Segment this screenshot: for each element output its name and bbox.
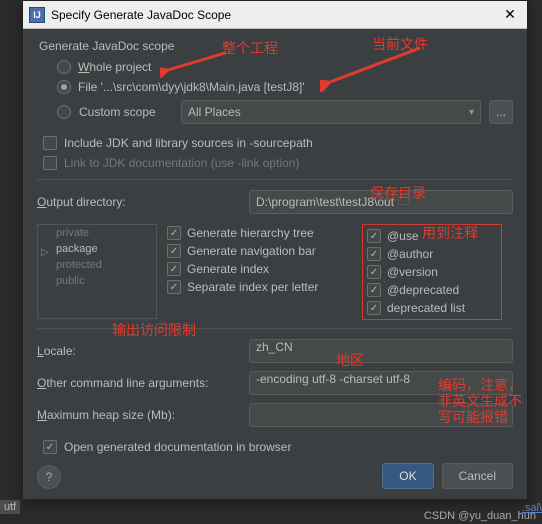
app-icon: IJ: [29, 7, 45, 23]
locale-row: Locale: zh_CN: [37, 335, 513, 367]
dialog-content: Generate JavaDoc scope Whole project Fil…: [23, 29, 527, 465]
checkbox-icon: [43, 156, 57, 170]
access-level-panel[interactable]: ▷ private package protected public: [37, 224, 157, 319]
middle-grid: ▷ private package protected public Gener…: [37, 224, 513, 320]
output-directory-input[interactable]: D:\program\test\testJ8\out 🗀: [249, 190, 513, 214]
javadoc-dialog: IJ Specify Generate JavaDoc Scope ✕ Gene…: [22, 0, 528, 500]
args-row: Other command line arguments: -encoding …: [37, 367, 513, 399]
heap-row: Maximum heap size (Mb):: [37, 399, 513, 431]
check-link-jdk[interactable]: Link to JDK documentation (use -link opt…: [37, 153, 513, 173]
check-nav[interactable]: Generate navigation bar: [167, 242, 352, 260]
checkbox-icon: [43, 136, 57, 150]
checkbox-icon: [367, 301, 381, 315]
combo-value: All Places: [188, 105, 241, 119]
check-deprecated[interactable]: @deprecated: [367, 281, 497, 299]
checkbox-icon: [367, 229, 381, 243]
browse-scope-button[interactable]: ...: [489, 100, 513, 124]
edge-text-utf: utf: [0, 500, 20, 514]
check-include-jdk[interactable]: Include JDK and library sources in -sour…: [37, 133, 513, 153]
separator: [37, 328, 513, 329]
ok-button[interactable]: OK: [382, 463, 433, 489]
radio-icon: [57, 105, 71, 119]
args-input[interactable]: -encoding utf-8 -charset utf-8: [249, 371, 513, 395]
heap-input[interactable]: [249, 403, 513, 427]
scope-group-label: Generate JavaDoc scope: [37, 39, 513, 53]
radio-icon: [57, 80, 71, 94]
file-label: File '...\src\com\dyy\jdk8\Main.java [te…: [78, 80, 305, 94]
tags-column: @use @author @version @deprecated deprec…: [352, 224, 502, 320]
radio-icon: [57, 60, 71, 74]
link-jdk-label: Link to JDK documentation (use -link opt…: [64, 156, 299, 170]
close-icon[interactable]: ✕: [499, 4, 521, 26]
check-sep-index[interactable]: Separate index per letter: [167, 278, 352, 296]
checkbox-icon: [367, 247, 381, 261]
open-doc-label: Open generated documentation in browser: [64, 440, 291, 454]
check-hierarchy[interactable]: Generate hierarchy tree: [167, 224, 352, 242]
radio-custom-scope[interactable]: Custom scope All Places ▾ ...: [37, 97, 513, 127]
check-author[interactable]: @author: [367, 245, 497, 263]
whole-project-label: hole project: [89, 60, 151, 74]
cancel-button[interactable]: Cancel: [442, 463, 513, 489]
custom-scope-combo[interactable]: All Places ▾: [181, 100, 481, 124]
access-protected[interactable]: protected: [38, 257, 156, 273]
radio-file[interactable]: File '...\src\com\dyy\jdk8\Main.java [te…: [37, 77, 513, 97]
generate-options-column: Generate hierarchy tree Generate navigat…: [157, 224, 352, 320]
access-package[interactable]: package: [38, 241, 156, 257]
separator: [37, 179, 513, 180]
check-version[interactable]: @version: [367, 263, 497, 281]
output-value: D:\program\test\testJ8\out: [256, 195, 394, 209]
titlebar: IJ Specify Generate JavaDoc Scope ✕: [23, 1, 527, 29]
include-jdk-label: Include JDK and library sources in -sour…: [64, 136, 313, 150]
check-use[interactable]: @use: [367, 227, 497, 245]
help-button[interactable]: ?: [37, 465, 61, 489]
check-deplist[interactable]: deprecated list: [367, 299, 497, 317]
button-bar: OK Cancel: [382, 463, 513, 489]
checkbox-icon: [167, 280, 181, 294]
checkbox-icon: [367, 265, 381, 279]
output-directory-row: Output directory: D:\program\test\testJ8…: [37, 186, 513, 218]
access-private[interactable]: private: [38, 225, 156, 241]
checkbox-icon: [167, 244, 181, 258]
chevron-down-icon: ▾: [469, 107, 474, 118]
tags-highlight-box: @use @author @version @deprecated deprec…: [362, 224, 502, 320]
watermark: CSDN @yu_duan_hun: [424, 510, 536, 522]
checkbox-icon: [43, 440, 57, 454]
radio-whole-project[interactable]: Whole project: [37, 57, 513, 77]
check-index[interactable]: Generate index: [167, 260, 352, 278]
checkbox-icon: [167, 226, 181, 240]
folder-icon[interactable]: 🗀: [398, 192, 506, 213]
check-open-doc[interactable]: Open generated documentation in browser: [37, 437, 513, 457]
checkbox-icon: [367, 283, 381, 297]
access-public[interactable]: public: [38, 273, 156, 289]
checkbox-icon: [167, 262, 181, 276]
locale-input[interactable]: zh_CN: [249, 339, 513, 363]
dialog-title: Specify Generate JavaDoc Scope: [51, 8, 499, 22]
